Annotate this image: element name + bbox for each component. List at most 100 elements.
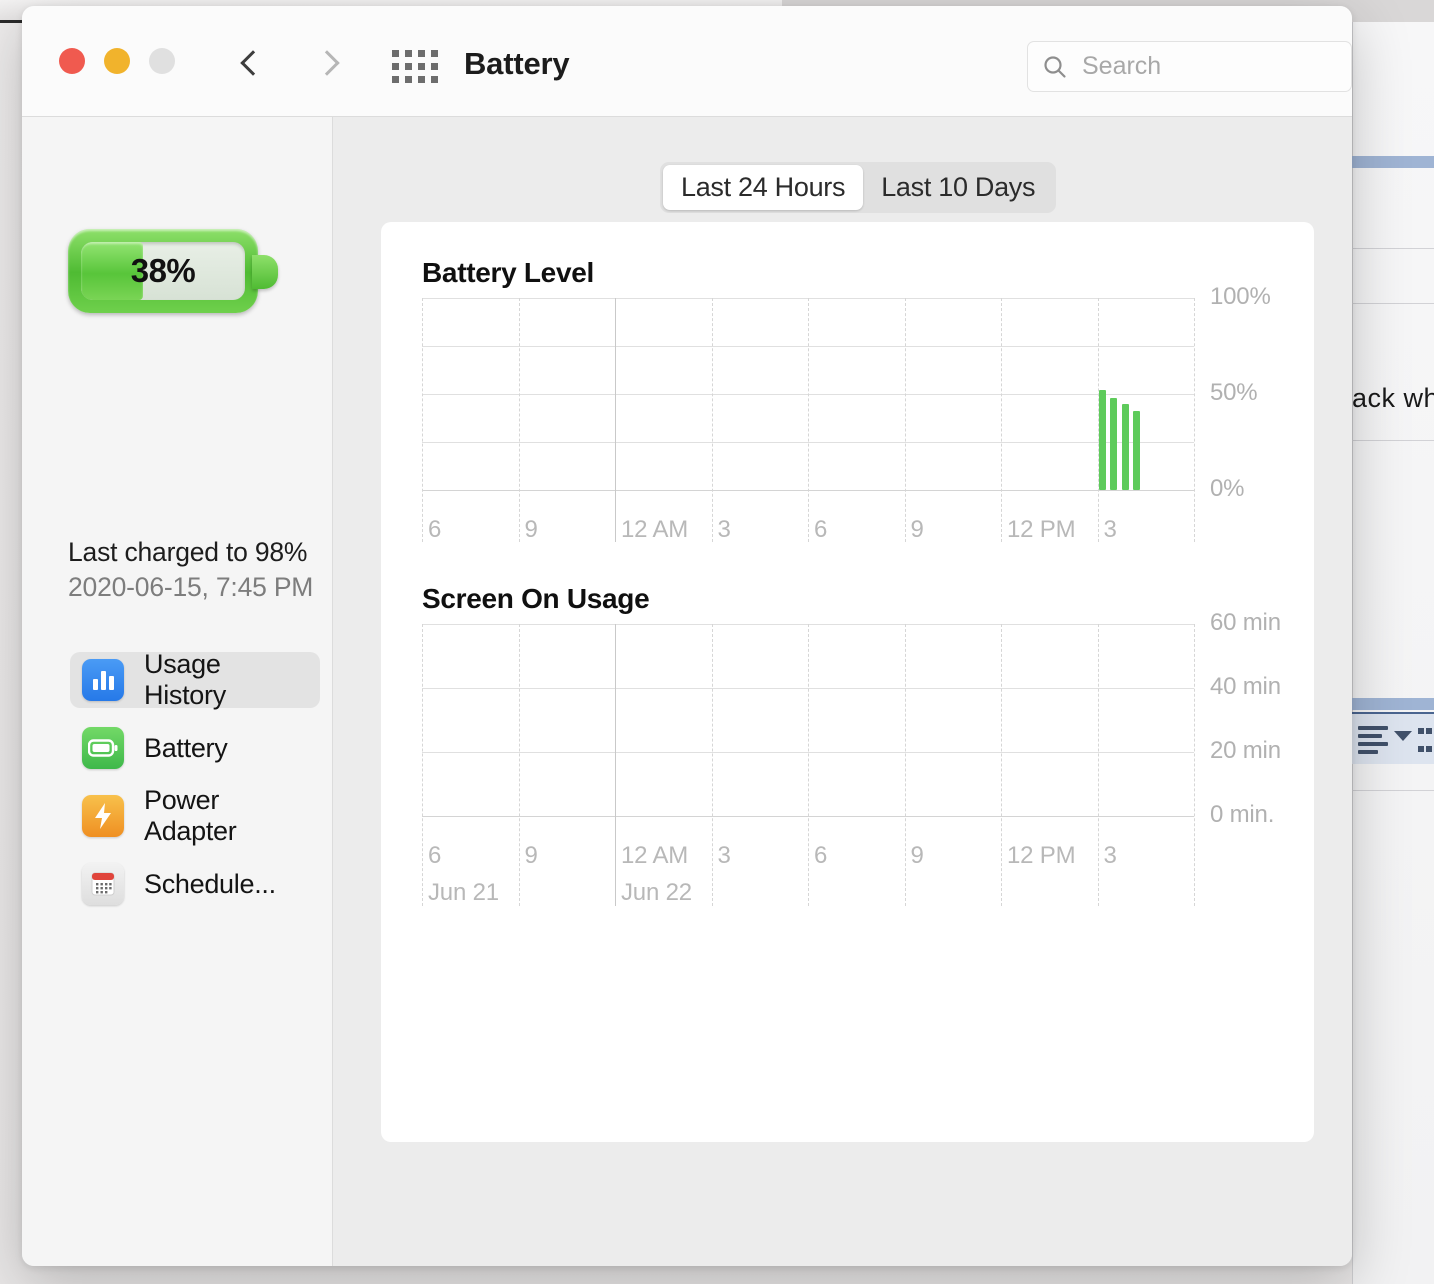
gridline-vertical — [518, 624, 520, 906]
gridline-vertical — [1001, 624, 1002, 906]
sidebar-item-usage-history[interactable]: Usage History — [70, 649, 320, 710]
back-button[interactable] — [236, 44, 270, 82]
x-axis-label: 6 — [428, 842, 442, 869]
traffic-lights — [59, 48, 175, 74]
gridline-vertical — [1097, 624, 1099, 906]
sidebar-menu: Usage History Battery Power Adapter Sche… — [70, 649, 320, 924]
background-window-rule-2 — [1352, 303, 1434, 304]
x-axis-label: 3 — [717, 516, 731, 543]
chart-bar — [1110, 397, 1117, 490]
y-axis-label: 20 min — [1210, 737, 1281, 764]
calendar-icon — [82, 863, 124, 905]
gridline-vertical — [422, 298, 423, 542]
forward-button[interactable] — [310, 44, 344, 82]
align-list-icon[interactable] — [1358, 726, 1388, 758]
background-window-rule-1 — [1352, 248, 1434, 249]
x-axis-label: 12 PM — [1007, 842, 1076, 869]
background-window-right[interactable] — [1352, 22, 1434, 1284]
sidebar-item-label: Power Adapter — [144, 785, 237, 846]
x-axis-day-label: Jun 22 — [621, 879, 692, 906]
tab-last-10-days[interactable]: Last 10 Days — [863, 165, 1053, 210]
x-axis-label: 12 PM — [1007, 516, 1076, 543]
zoom-button[interactable] — [149, 48, 175, 74]
battery-icon — [82, 727, 124, 769]
sidebar-item-label: Battery — [144, 732, 228, 763]
y-axis-label: 50% — [1210, 379, 1258, 406]
gridline-vertical — [1001, 298, 1002, 542]
y-axis-label: 100% — [1210, 283, 1271, 310]
search-field[interactable]: Search — [1027, 41, 1352, 92]
charts-card: Battery Level 6 9 12 AM 3 6 9 12 PM 3 100% 50% 0% … — [381, 222, 1314, 1142]
time-range-segmented-control[interactable]: Last 24 Hours Last 10 Days — [660, 162, 1057, 213]
sidebar-item-battery[interactable]: Battery — [70, 720, 320, 776]
page-title: Battery — [464, 46, 570, 81]
gridline-vertical — [904, 298, 906, 542]
battery-percent-label: 38% — [130, 252, 196, 289]
battery-level-chart[interactable]: 6 9 12 AM 3 6 9 12 PM 3 100% 50% 0% — [422, 283, 1271, 543]
day-boundary-line — [615, 298, 616, 542]
gridline-vertical — [808, 298, 809, 542]
titlebar: Battery Search — [22, 6, 1352, 117]
chart-bar — [1098, 390, 1106, 490]
close-button[interactable] — [59, 48, 85, 74]
show-all-grid-icon[interactable] — [392, 49, 438, 83]
tab-last-24-hours[interactable]: Last 24 Hours — [663, 165, 864, 210]
x-axis-label: 9 — [524, 516, 538, 543]
gridline-vertical — [711, 298, 713, 542]
bar-chart-icon — [82, 659, 124, 701]
sidebar-item-schedule[interactable]: Schedule... — [70, 856, 320, 912]
gridline-vertical — [422, 624, 423, 906]
x-axis-day-label: Jun 21 — [428, 879, 499, 906]
x-axis-label: 6 — [814, 842, 828, 869]
chevron-down-icon[interactable] — [1394, 731, 1412, 741]
gridline-vertical — [518, 298, 520, 542]
x-axis-label: 6 — [428, 516, 442, 543]
background-window-band-top — [1352, 156, 1434, 168]
chart-bar — [1121, 403, 1129, 490]
x-axis-label: 9 — [910, 516, 924, 543]
chevron-left-icon — [240, 50, 266, 76]
battery-level-title: Battery Level — [422, 257, 594, 288]
y-axis-label: 60 min — [1210, 609, 1281, 636]
x-axis-label: 12 AM — [621, 516, 689, 543]
window-body: 38% Last charged to 98% 2020-06-15, 7:45… — [22, 117, 1352, 1266]
x-axis-label: 3 — [717, 842, 731, 869]
minimize-button[interactable] — [104, 48, 130, 74]
battery-preferences-window: Battery Search 38% Last charged to 98% 2… — [22, 6, 1352, 1266]
y-axis-label: 40 min — [1210, 673, 1281, 700]
day-boundary-line — [615, 624, 616, 906]
chart-bar — [1133, 411, 1140, 490]
y-axis-label: 0% — [1210, 475, 1245, 502]
gridline-vertical — [1194, 624, 1195, 906]
last-charged-timestamp: 2020-06-15, 7:45 PM — [68, 572, 314, 602]
search-icon — [1044, 55, 1066, 78]
sidebar-item-power-adapter[interactable]: Power Adapter — [70, 785, 320, 846]
gridline-vertical — [711, 624, 713, 906]
bolt-icon — [82, 795, 124, 837]
content-pane: Last 24 Hours Last 10 Days Battery Level… — [333, 117, 1352, 1266]
background-window-band-bottom — [1352, 698, 1434, 710]
grid-view-icon[interactable] — [1418, 724, 1434, 760]
sidebar-item-label: Usage History — [144, 649, 226, 710]
screen-on-usage-chart[interactable]: 6 9 12 AM 3 6 9 12 PM 3 60 min 40 min 20 min 0 min.… — [422, 609, 1281, 906]
x-axis-label: 12 AM — [621, 842, 689, 869]
screen-on-usage-title: Screen On Usage — [422, 583, 650, 614]
chevron-right-icon — [314, 50, 340, 76]
x-axis-label: 3 — [1103, 842, 1117, 869]
x-axis-label: 9 — [524, 842, 538, 869]
gridline-vertical — [808, 624, 809, 906]
gridline-vertical — [904, 624, 906, 906]
background-window-text: ack wh — [1352, 383, 1434, 413]
background-window-rule-3 — [1352, 440, 1434, 441]
screen: ack wh Battery Search 38% Last charged t… — [0, 0, 1434, 1284]
search-placeholder: Search — [1082, 52, 1162, 80]
x-axis-label: 3 — [1103, 516, 1117, 543]
y-axis-label: 0 min. — [1210, 801, 1275, 828]
gridline-vertical — [1194, 298, 1195, 542]
x-axis-label: 6 — [814, 516, 828, 543]
sidebar-item-label: Schedule... — [144, 868, 276, 899]
last-charged-level: Last charged to 98% — [68, 537, 308, 567]
x-axis-label: 9 — [910, 842, 924, 869]
battery-status-badge: 38% — [68, 223, 288, 318]
background-window-rule-4 — [1352, 790, 1434, 791]
